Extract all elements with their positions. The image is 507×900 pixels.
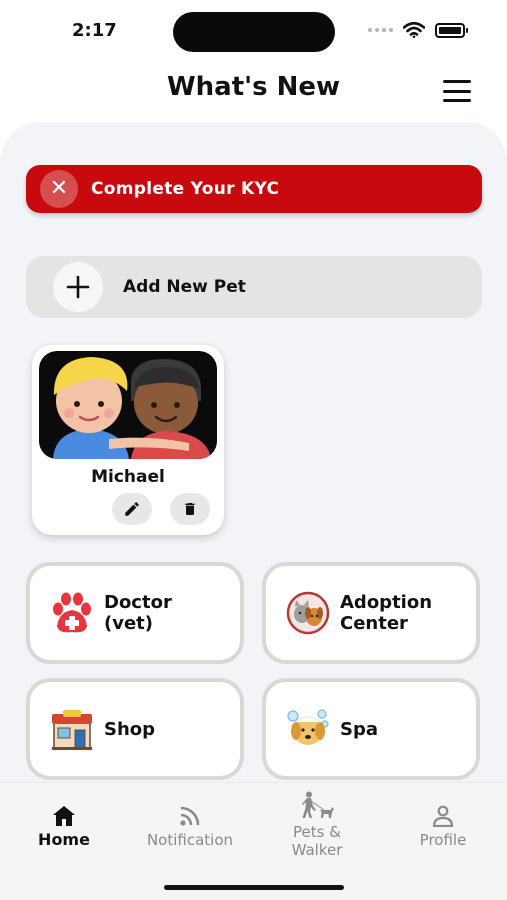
- service-label: Shop: [104, 718, 156, 740]
- bottom-nav: Home Notification Pets & Walker Profile: [0, 782, 507, 900]
- close-icon[interactable]: ✕: [40, 170, 78, 208]
- kyc-banner-text: Complete Your KYC: [91, 179, 280, 199]
- plus-icon: [53, 262, 103, 312]
- status-icons: [368, 22, 468, 38]
- delete-pet-button[interactable]: [170, 493, 210, 525]
- cellular-signal-icon: [368, 28, 393, 32]
- service-card-doctor[interactable]: Doctor (vet): [26, 562, 244, 664]
- add-pet-button[interactable]: Add New Pet: [26, 256, 482, 318]
- service-card-adoption[interactable]: Adoption Center: [262, 562, 480, 664]
- nav-item-profile[interactable]: Profile: [380, 799, 506, 849]
- user-icon: [432, 799, 454, 827]
- trash-icon: [185, 503, 195, 515]
- pet-card[interactable]: Michael: [32, 345, 224, 535]
- edit-pet-button[interactable]: [112, 493, 152, 525]
- edit-icon: [125, 502, 139, 516]
- pet-name: Michael: [91, 467, 165, 487]
- dog-spa-icon: [284, 705, 332, 753]
- nav-label-home: Home: [38, 830, 90, 849]
- page-title: What's New: [166, 72, 341, 102]
- adoption-pets-icon: [284, 589, 332, 637]
- paw-medical-icon: [48, 589, 96, 637]
- nav-label-profile: Profile: [419, 831, 467, 849]
- service-card-shop[interactable]: Shop: [26, 678, 244, 780]
- service-card-spa[interactable]: Spa: [262, 678, 480, 780]
- nav-label-pets-walker: Pets & Walker: [291, 823, 343, 859]
- kyc-banner[interactable]: ✕ Complete Your KYC: [26, 165, 482, 213]
- pet-shop-icon: [48, 705, 96, 753]
- service-label: Adoption Center: [340, 592, 433, 634]
- home-icon: [52, 799, 76, 827]
- pet-photo: [39, 351, 217, 459]
- battery-icon: [435, 22, 468, 38]
- dynamic-island: [173, 12, 335, 52]
- rss-icon: [179, 799, 201, 827]
- service-label: Doctor (vet): [104, 592, 172, 634]
- nav-label-notification: Notification: [146, 831, 234, 849]
- service-label: Spa: [340, 718, 378, 740]
- dog-walker-icon: [300, 791, 334, 819]
- hamburger-menu-icon[interactable]: [443, 80, 471, 102]
- nav-item-notification[interactable]: Notification: [127, 799, 253, 849]
- add-pet-label: Add New Pet: [123, 277, 246, 297]
- nav-item-pets-walker[interactable]: Pets & Walker: [254, 791, 380, 859]
- wifi-icon: [403, 22, 425, 38]
- home-indicator: [164, 885, 344, 890]
- status-time: 2:17: [72, 20, 117, 41]
- nav-item-home[interactable]: Home: [1, 799, 127, 849]
